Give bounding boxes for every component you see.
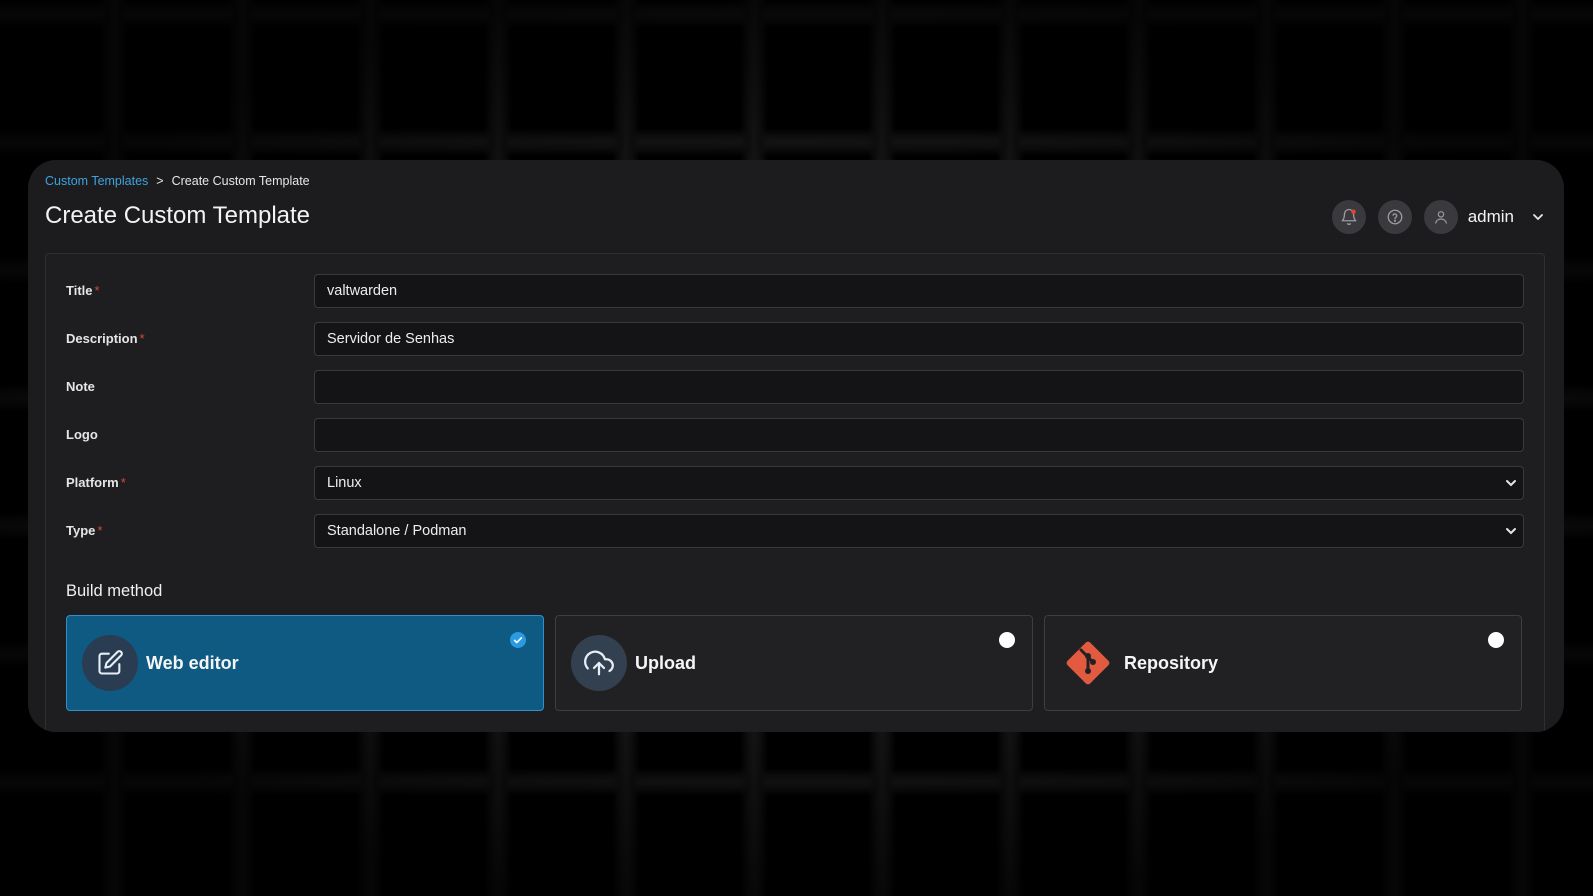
title-row: Title * valtwarden [66,274,1524,308]
upload-label: Upload [635,652,696,673]
web-editor-label: Web editor [146,652,239,673]
build-method-repository[interactable]: Repository [1044,615,1522,711]
upload-cloud-icon [584,650,614,676]
check-icon [513,637,523,644]
type-row: Type * Standalone / Podman [66,514,1524,548]
breadcrumb-current: Create Custom Template [171,174,310,188]
build-method-options: Web editor Upload Repository [66,615,1522,711]
note-row: Note [66,370,1524,404]
user-name: admin [1467,207,1514,226]
notifications-button[interactable] [1331,200,1366,234]
type-select[interactable]: Standalone / Podman [314,514,1524,548]
breadcrumb-custom-templates-link[interactable]: Custom Templates [45,174,148,188]
description-row: Description * Servidor de Senhas [66,322,1524,356]
chevron-down-icon [1506,528,1516,535]
platform-row: Platform * Linux [66,466,1524,500]
title-label: Title * [66,283,100,298]
platform-select[interactable]: Linux [314,466,1524,500]
upload-radio[interactable] [999,632,1015,648]
git-icon [1066,641,1110,685]
app-window: Custom Templates > Create Custom Templat… [28,160,1564,732]
help-button[interactable] [1377,200,1412,234]
note-label: Note [66,379,95,394]
avatar [1423,200,1458,234]
edit-icon [98,650,123,675]
logo-row: Logo [66,418,1524,452]
build-method-upload[interactable]: Upload [555,615,1033,711]
help-icon [1387,209,1403,225]
logo-input[interactable] [314,418,1524,452]
user-icon [1434,211,1447,224]
edit-icon-badge [82,635,138,691]
breadcrumb: Custom Templates > Create Custom Templat… [45,174,310,188]
type-label: Type * [66,523,103,538]
form-panel: Title * valtwarden Description * Servidor … [45,253,1545,732]
description-input[interactable]: Servidor de Senhas [314,322,1524,356]
build-method-title: Build method [66,582,163,600]
note-input[interactable] [314,370,1524,404]
upload-icon-badge [571,635,627,691]
web-editor-radio[interactable] [510,632,526,648]
description-label: Description * [66,331,145,346]
topbar: admin [1331,200,1544,234]
build-method-web-editor[interactable]: Web editor [66,615,544,711]
git-icon-badge [1060,635,1116,691]
chevron-down-icon [1533,214,1543,221]
repository-radio[interactable] [1488,632,1504,648]
chevron-down-icon [1506,480,1516,487]
repository-label: Repository [1124,652,1219,673]
title-input[interactable]: valtwarden [314,274,1524,308]
logo-label: Logo [66,427,98,442]
page-title: Create Custom Template [45,202,311,229]
bell-icon [1341,208,1357,226]
platform-label: Platform * [66,475,126,490]
breadcrumb-separator: > [156,174,164,188]
user-menu[interactable]: admin [1423,200,1544,234]
